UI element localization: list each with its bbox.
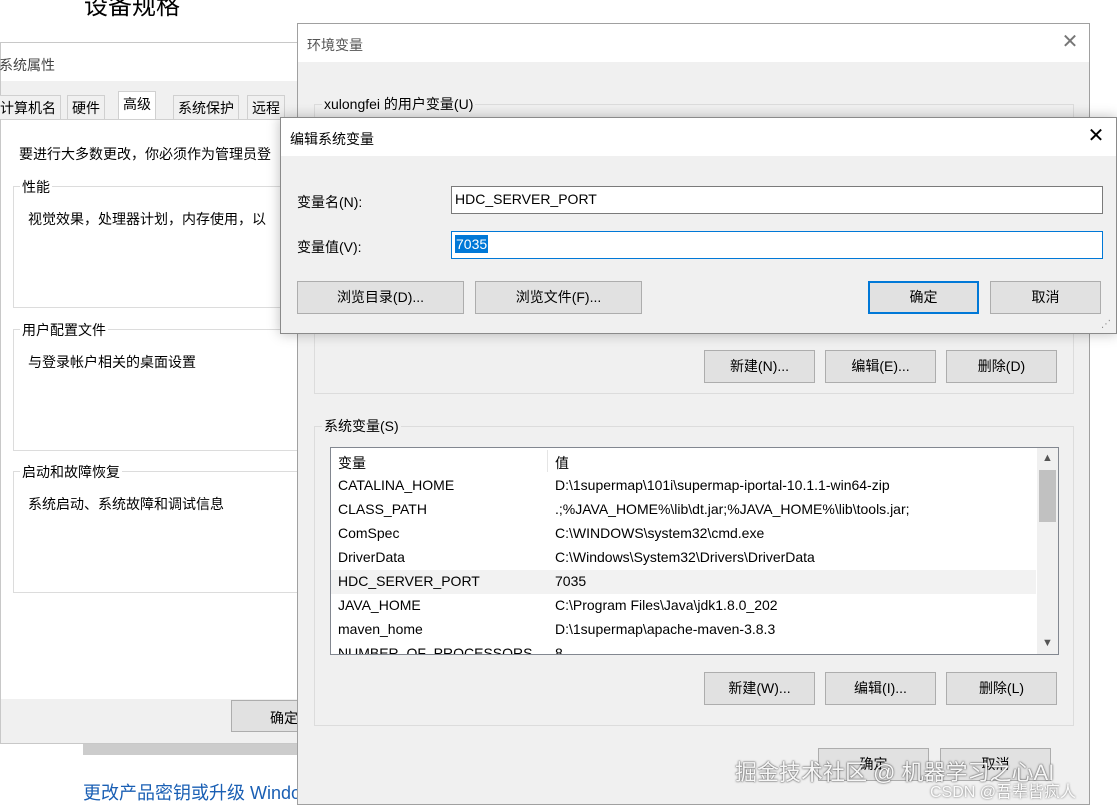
delete-user-variable-button[interactable]: 删除(D) <box>946 350 1057 383</box>
variable-value-field[interactable]: 7035 <box>451 231 1103 259</box>
ok-button[interactable]: 确定 <box>868 281 979 314</box>
variable-value: D:\1supermap\apache-maven-3.8.3 <box>555 621 776 637</box>
variable-name-label: 变量名(N): <box>297 194 363 210</box>
group-description: 视觉效果，处理器计划，内存使用，以 <box>28 211 266 227</box>
advanced-panel: 要进行大多数更改，你必须作为管理员登 性能 视觉效果，处理器计划，内存使用，以 … <box>1 119 303 699</box>
variable-name: maven_home <box>338 621 423 637</box>
dialog-title: 编辑系统变量 <box>290 131 374 147</box>
variable-name: JAVA_HOME <box>338 597 421 613</box>
browse-file-button[interactable]: 浏览文件(F)... <box>475 281 642 314</box>
startup-recovery-group: 启动和故障恢复 系统启动、系统故障和调试信息 <box>13 462 303 593</box>
dialog-title: 环境变量 <box>307 37 363 53</box>
system-variables-label: 系统变量(S) <box>322 416 401 436</box>
ok-button[interactable]: 确定 <box>231 700 303 732</box>
resize-grip-icon[interactable]: ⋰ <box>1101 318 1115 332</box>
variable-name: NUMBER_OF_PROCESSORS <box>338 645 533 655</box>
tab-strip: 计算机名 硬件 高级 系统保护 远程 <box>0 91 301 120</box>
edit-system-variable-button[interactable]: 编辑(I)... <box>825 672 936 705</box>
selected-text: 7035 <box>455 235 489 253</box>
close-icon[interactable]: ✕ <box>1058 30 1082 54</box>
group-label: 性能 <box>20 177 52 197</box>
variable-value: D:\1supermap\101i\supermap-iportal-10.1.… <box>555 477 890 493</box>
group-description: 系统启动、系统故障和调试信息 <box>28 496 224 512</box>
table-row[interactable]: CLASS_PATH .;%JAVA_HOME%\lib\dt.jar;%JAV… <box>331 498 1036 522</box>
edit-user-variable-button[interactable]: 编辑(E)... <box>825 350 936 383</box>
tab-computer-name[interactable]: 计算机名 <box>0 95 61 119</box>
variable-value: C:\Program Files\Java\jdk1.8.0_202 <box>555 597 778 613</box>
user-profiles-group: 用户配置文件 与登录帐户相关的桌面设置 <box>13 320 303 451</box>
delete-system-variable-button[interactable]: 删除(L) <box>946 672 1057 705</box>
table-row-selected[interactable]: HDC_SERVER_PORT 7035 <box>331 570 1036 594</box>
variable-name-field[interactable]: HDC_SERVER_PORT <box>451 186 1103 214</box>
group-label: 用户配置文件 <box>20 320 108 340</box>
variable-value-label: 变量值(V): <box>297 239 362 255</box>
close-icon[interactable]: ✕ <box>1083 123 1109 149</box>
scrollbar-thumb[interactable] <box>1039 470 1056 522</box>
watermark-csdn: CSDN @吾辈皆疯人 <box>930 784 1077 801</box>
dialog-titlebar[interactable]: 编辑系统变量 ✕ <box>281 118 1116 156</box>
upgrade-product-key-link[interactable]: 更改产品密钥或升级 Windo <box>83 779 301 805</box>
table-row[interactable]: maven_home D:\1supermap\apache-maven-3.8… <box>331 618 1036 642</box>
group-description: 与登录帐户相关的桌面设置 <box>28 354 196 370</box>
vertical-scrollbar[interactable]: ▲ ▼ <box>1037 448 1058 654</box>
table-row[interactable]: JAVA_HOME C:\Program Files\Java\jdk1.8.0… <box>331 594 1036 618</box>
chevron-up-icon[interactable]: ▲ <box>1037 448 1058 469</box>
column-header-value[interactable]: 值 <box>555 453 569 473</box>
cancel-button[interactable]: 取消 <box>990 281 1101 314</box>
page-title: 设备规格 <box>84 0 180 20</box>
group-label: 启动和故障恢复 <box>20 462 122 482</box>
performance-group: 性能 视觉效果，处理器计划，内存使用，以 <box>13 177 303 308</box>
tab-hardware[interactable]: 硬件 <box>67 95 105 119</box>
tab-remote[interactable]: 远程 <box>247 95 285 119</box>
variable-value: C:\Windows\System32\Drivers\DriverData <box>555 549 815 565</box>
tab-system-protection[interactable]: 系统保护 <box>173 95 239 119</box>
edit-system-variable-dialog: 编辑系统变量 ✕ 变量名(N): HDC_SERVER_PORT 变量值(V):… <box>280 117 1117 334</box>
variable-value: 7035 <box>555 573 587 589</box>
table-row[interactable]: NUMBER_OF_PROCESSORS 8 <box>331 642 1036 655</box>
column-header-name[interactable]: 变量 <box>338 453 366 473</box>
column-divider[interactable] <box>547 450 548 472</box>
system-properties-window: 系统属性 计算机名 硬件 高级 系统保护 远程 要进行大多数更改，你必须作为管理… <box>0 42 303 744</box>
variable-name: ComSpec <box>338 525 400 541</box>
new-user-variable-button[interactable]: 新建(N)... <box>704 350 815 383</box>
chevron-down-icon[interactable]: ▼ <box>1037 633 1058 654</box>
list-header: 变量 值 <box>331 450 1036 474</box>
variable-value: .;%JAVA_HOME%\lib\dt.jar;%JAVA_HOME%\lib… <box>555 501 910 517</box>
table-row[interactable]: DriverData C:\Windows\System32\Drivers\D… <box>331 546 1036 570</box>
table-row[interactable]: CATALINA_HOME D:\1supermap\101i\supermap… <box>331 474 1036 498</box>
variable-name: CLASS_PATH <box>338 501 427 517</box>
system-variables-list[interactable]: 变量 值 CATALINA_HOME D:\1supermap\101i\sup… <box>330 447 1059 655</box>
window-title: 系统属性 <box>0 57 55 73</box>
system-properties-titlebar[interactable]: 系统属性 <box>0 43 301 81</box>
admin-note: 要进行大多数更改，你必须作为管理员登 <box>19 146 271 162</box>
new-system-variable-button[interactable]: 新建(W)... <box>704 672 815 705</box>
variable-value: 8 <box>555 645 563 655</box>
variable-name: DriverData <box>338 549 405 565</box>
table-row[interactable]: ComSpec C:\WINDOWS\system32\cmd.exe <box>331 522 1036 546</box>
browse-directory-button[interactable]: 浏览目录(D)... <box>297 281 464 314</box>
variable-name: HDC_SERVER_PORT <box>338 573 480 589</box>
user-variables-label: xulongfei 的用户变量(U) <box>322 94 476 114</box>
tab-advanced[interactable]: 高级 <box>118 91 156 120</box>
dialog-titlebar[interactable]: 环境变量 ✕ <box>298 24 1089 62</box>
variable-name: CATALINA_HOME <box>338 477 455 493</box>
variable-value: C:\WINDOWS\system32\cmd.exe <box>555 525 765 541</box>
